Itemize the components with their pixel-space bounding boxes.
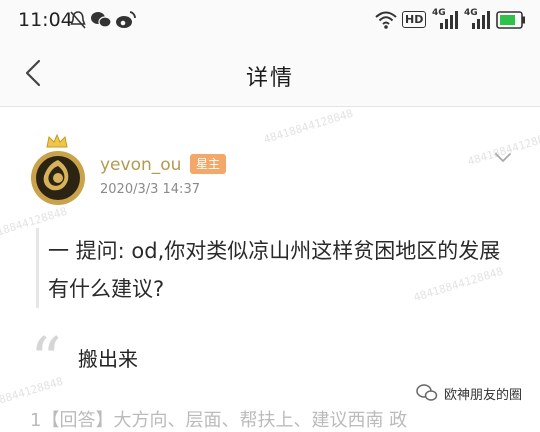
answer-text: 搬出来 — [78, 347, 138, 371]
wechat-icon — [91, 12, 112, 28]
wechat-account-name: 欧神朋友的圈 — [444, 388, 523, 403]
author-name[interactable]: yevon_ou — [100, 155, 181, 175]
answer-preview: 1【回答】大方向、层面、帮扶上、建议西南 政 — [30, 410, 408, 431]
battery-icon — [496, 11, 525, 29]
page-title: 详情 — [245, 66, 294, 91]
owner-badge: 星主 — [190, 154, 227, 174]
status-bar: 11:04 HD 4G 4G — [0, 0, 540, 40]
notification-muted-icon — [70, 11, 86, 29]
weibo-icon — [116, 11, 136, 28]
post-date: 2020/3/3 14:37 — [100, 182, 200, 197]
signal-icon — [472, 11, 490, 29]
watermark: 48418844128848 — [262, 106, 355, 147]
wechat-logo-icon — [416, 384, 438, 401]
wifi-icon — [375, 11, 397, 29]
quote-mark-icon: “ — [30, 323, 62, 396]
crown-icon — [46, 133, 68, 148]
status-time: 11:04 — [18, 9, 73, 31]
quote-bar — [36, 228, 39, 308]
hd-indicator: HD — [402, 11, 427, 28]
signal-icon — [440, 11, 458, 29]
chevron-down-icon[interactable] — [494, 152, 512, 164]
question-text: 一 提问: od,你对类似凉山州这样贫困地区的发展有什么建议? — [48, 239, 501, 301]
avatar[interactable] — [30, 150, 86, 206]
nav-bar: 详情 — [0, 40, 540, 107]
